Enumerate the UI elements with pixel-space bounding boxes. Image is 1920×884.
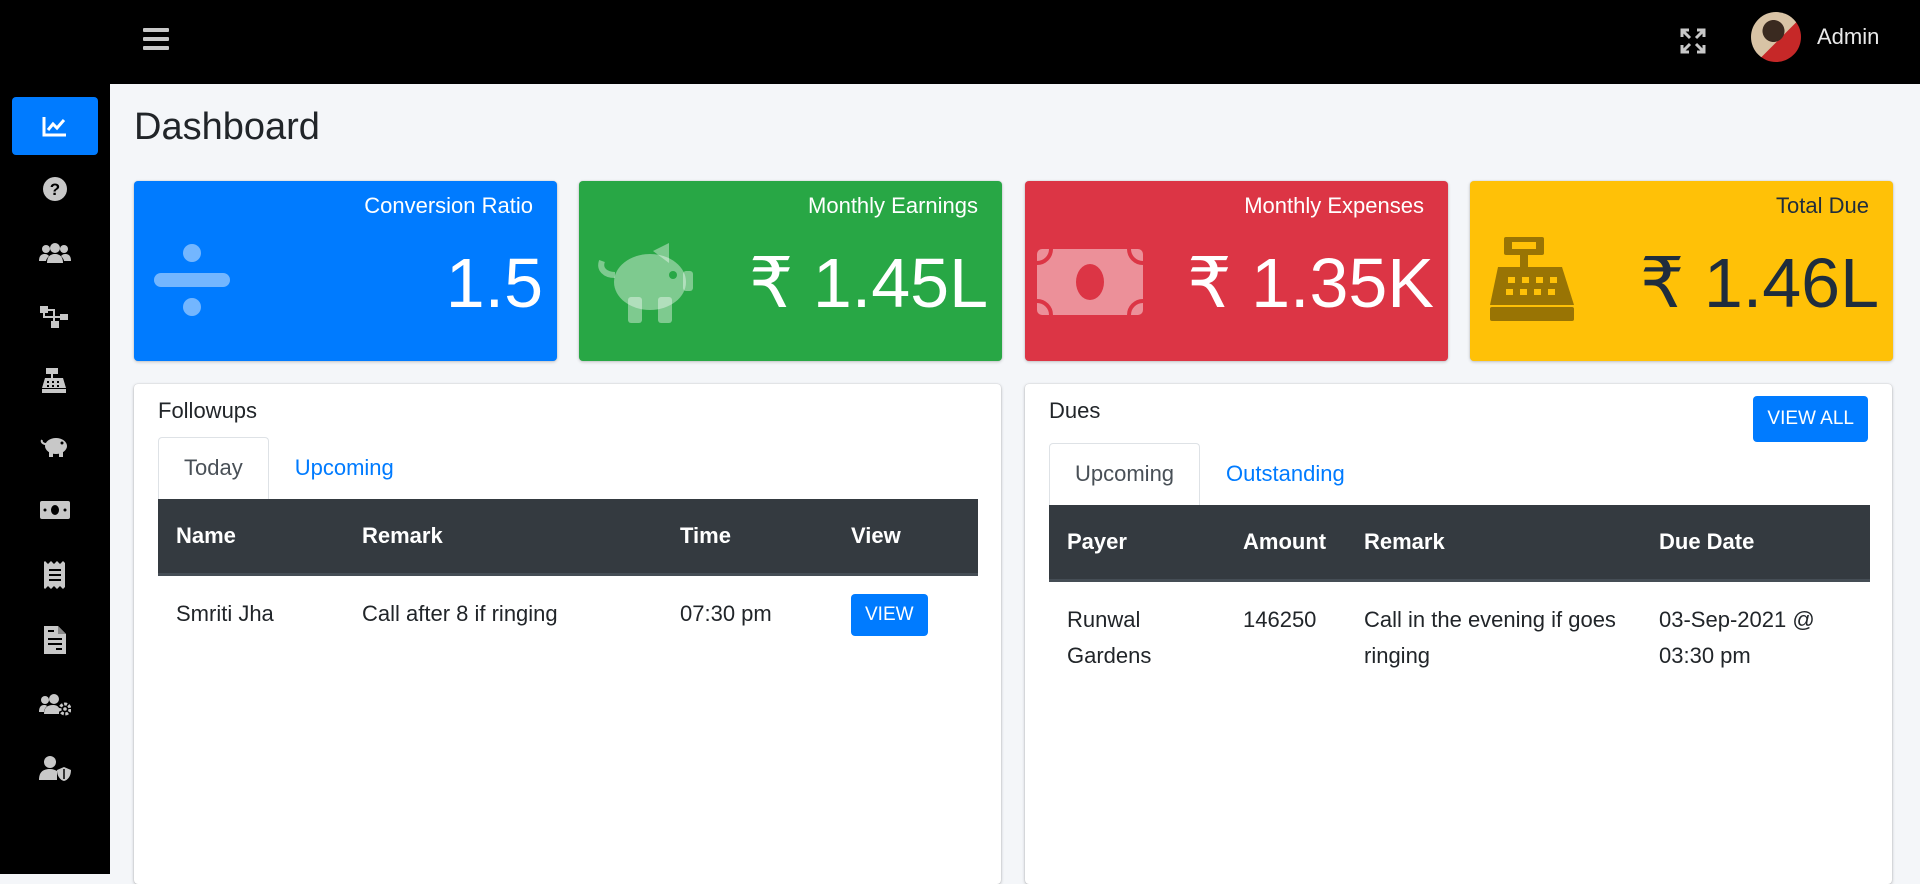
page-title: Dashboard bbox=[134, 106, 320, 148]
view-all-button[interactable]: VIEW ALL bbox=[1753, 396, 1868, 442]
user-shield-icon bbox=[39, 756, 71, 781]
stat-box-monthly-expenses: Monthly Expenses ₹ 1.35K bbox=[1025, 181, 1448, 361]
username: Admin bbox=[1817, 24, 1880, 49]
column-header: Name bbox=[158, 499, 344, 576]
tab-outstanding[interactable]: Outstanding bbox=[1200, 443, 1371, 505]
hamburger-menu-icon[interactable] bbox=[143, 28, 169, 54]
tab-today[interactable]: Today bbox=[158, 437, 269, 499]
followups-card: Followups Today Upcoming Name Remark Tim… bbox=[134, 384, 1001, 884]
svg-text:?: ? bbox=[50, 180, 60, 199]
money-bill-icon bbox=[40, 501, 70, 519]
table-row: Smriti Jha Call after 8 if ringing 07:30… bbox=[158, 575, 978, 657]
table-header-row: Payer Amount Remark Due Date bbox=[1049, 505, 1870, 582]
stat-value: ₹ 1.45L bbox=[748, 244, 988, 322]
stat-box-conversion-ratio: Conversion Ratio 1.5 bbox=[134, 181, 557, 361]
stat-value: 1.5 bbox=[445, 244, 543, 322]
main-content: Dashboard Conversion Ratio 1.5 Monthly E… bbox=[110, 84, 1920, 884]
question-circle-icon: ? bbox=[43, 177, 67, 201]
sidebar-item-expenses[interactable] bbox=[12, 481, 98, 539]
cell-remark: Call in the evening if goes ringing bbox=[1364, 607, 1616, 668]
table-row: Runwal Gardens 146250 Call in the evenin… bbox=[1049, 581, 1870, 695]
dues-table: Payer Amount Remark Due Date Runwal Gard… bbox=[1049, 505, 1870, 694]
column-header: Remark bbox=[1346, 505, 1641, 582]
dues-tabs: Upcoming Outstanding bbox=[1049, 443, 1371, 505]
column-header: Remark bbox=[344, 499, 662, 576]
fullscreen-icon[interactable] bbox=[1680, 28, 1706, 54]
users-icon bbox=[39, 243, 71, 263]
piggy-bank-icon bbox=[40, 438, 67, 457]
card-title: Dues bbox=[1049, 398, 1101, 423]
receipt-icon bbox=[44, 561, 65, 589]
piggy-bank-icon bbox=[598, 243, 693, 323]
tab-upcoming[interactable]: Upcoming bbox=[1049, 443, 1201, 505]
sidebar-item-user-roles[interactable] bbox=[12, 739, 98, 797]
stat-value: ₹ 1.35K bbox=[1187, 244, 1434, 322]
column-header: Due Date bbox=[1641, 505, 1870, 582]
sidebar-item-receipts[interactable] bbox=[12, 546, 98, 604]
card-title: Followups bbox=[158, 398, 258, 423]
cell-view: VIEW bbox=[833, 575, 978, 657]
column-header: View bbox=[833, 499, 978, 576]
sidebar-item-user-settings[interactable] bbox=[12, 675, 98, 733]
stat-box-monthly-earnings: Monthly Earnings ₹ 1.45L bbox=[579, 181, 1002, 361]
sidebar-item-dashboard[interactable] bbox=[12, 97, 98, 155]
cell-time: 07:30 pm bbox=[680, 601, 772, 626]
sidebar: ? bbox=[0, 84, 110, 874]
cell-payer: Runwal Gardens bbox=[1067, 607, 1152, 668]
sidebar-item-hierarchy[interactable] bbox=[12, 288, 98, 346]
table-header-row: Name Remark Time View bbox=[158, 499, 978, 576]
sidebar-item-help[interactable]: ? bbox=[12, 160, 98, 218]
sidebar-item-earnings[interactable] bbox=[12, 417, 98, 475]
top-navbar: Admin bbox=[0, 0, 1920, 84]
stat-label: Conversion Ratio bbox=[364, 193, 533, 218]
stat-label: Monthly Earnings bbox=[808, 193, 978, 218]
view-button[interactable]: VIEW bbox=[851, 594, 928, 636]
dues-card: Dues VIEW ALL Upcoming Outstanding Payer… bbox=[1025, 384, 1892, 884]
stat-label: Monthly Expenses bbox=[1244, 193, 1424, 218]
cell-remark: Call after 8 if ringing bbox=[362, 601, 558, 626]
user-menu[interactable]: Admin bbox=[1751, 12, 1879, 62]
sidebar-item-users[interactable] bbox=[12, 224, 98, 282]
file-invoice-icon bbox=[44, 626, 66, 654]
stat-box-total-due: Total Due ₹ 1.46L bbox=[1470, 181, 1893, 361]
column-header: Payer bbox=[1049, 505, 1225, 582]
cell-name: Smriti Jha bbox=[176, 601, 274, 626]
followups-table: Name Remark Time View Smriti Jha Call af… bbox=[158, 499, 978, 656]
users-cog-icon bbox=[39, 694, 71, 716]
cell-due-date: 03-Sep-2021 @ 03:30 pm bbox=[1659, 607, 1815, 668]
stat-value: ₹ 1.46L bbox=[1639, 244, 1879, 322]
divide-icon bbox=[154, 244, 230, 316]
avatar bbox=[1751, 12, 1801, 62]
cash-register-icon bbox=[42, 368, 66, 393]
cell-amount: 146250 bbox=[1243, 607, 1317, 632]
stat-label: Total Due bbox=[1776, 193, 1869, 218]
sidebar-item-billing[interactable] bbox=[12, 352, 98, 410]
column-header: Time bbox=[662, 499, 833, 576]
column-header: Amount bbox=[1225, 505, 1346, 582]
sidebar-item-invoices[interactable] bbox=[12, 611, 98, 669]
money-bill-icon bbox=[1037, 249, 1143, 315]
cash-register-icon bbox=[1490, 237, 1574, 321]
chart-line-icon bbox=[42, 117, 66, 137]
sitemap-icon bbox=[40, 306, 68, 328]
followups-tabs: Today Upcoming bbox=[158, 437, 420, 499]
tab-upcoming[interactable]: Upcoming bbox=[269, 437, 420, 499]
